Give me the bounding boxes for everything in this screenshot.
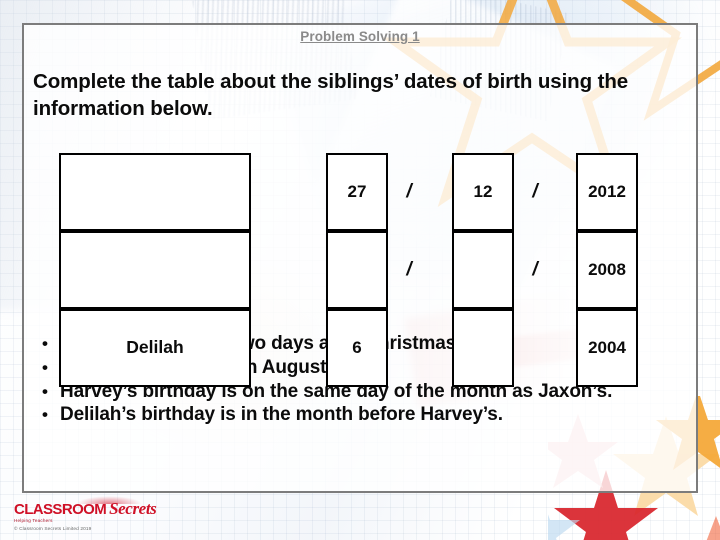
copyright-text: © Classroom Secrets Limited 2019 bbox=[14, 527, 92, 532]
table-cell-month-row1[interactable]: 12 bbox=[452, 153, 514, 231]
table-cell-name-row3[interactable]: Delilah bbox=[59, 309, 251, 387]
table-cell-year-row1[interactable]: 2012 bbox=[576, 153, 638, 231]
dates-of-birth-table: Delilah 27 6 / / 12 / / 2012 2008 2004 bbox=[24, 25, 696, 491]
table-cell-month-row2[interactable] bbox=[452, 231, 514, 309]
table-separator-month-year-row2: / bbox=[532, 259, 538, 280]
table-separator-day-month-row2: / bbox=[406, 259, 412, 280]
table-cell-day-row2[interactable] bbox=[326, 231, 388, 309]
logo-tagline: Helping Teachers bbox=[14, 518, 53, 523]
table-cell-month-row3[interactable] bbox=[452, 309, 514, 387]
logo-word-classroom: CLASSROOM bbox=[14, 501, 107, 518]
content-panel: Problem Solving 1 Complete the table abo… bbox=[22, 23, 698, 493]
table-cell-day-row3[interactable]: 6 bbox=[326, 309, 388, 387]
table-separator-day-month-row1: / bbox=[406, 181, 412, 202]
classroom-secrets-logo: CLASSROOM Secrets Helping Teachers © Cla… bbox=[14, 496, 157, 532]
table-cell-name-row2[interactable] bbox=[59, 231, 251, 309]
table-cell-year-row2[interactable]: 2008 bbox=[576, 231, 638, 309]
table-separator-month-year-row1: / bbox=[532, 181, 538, 202]
table-cell-day-row1[interactable]: 27 bbox=[326, 153, 388, 231]
table-cell-year-row3[interactable]: 2004 bbox=[576, 309, 638, 387]
table-cell-name-row1[interactable] bbox=[59, 153, 251, 231]
logo-wordmark: CLASSROOM Secrets bbox=[14, 496, 157, 518]
logo-swoosh-icon bbox=[76, 496, 142, 504]
